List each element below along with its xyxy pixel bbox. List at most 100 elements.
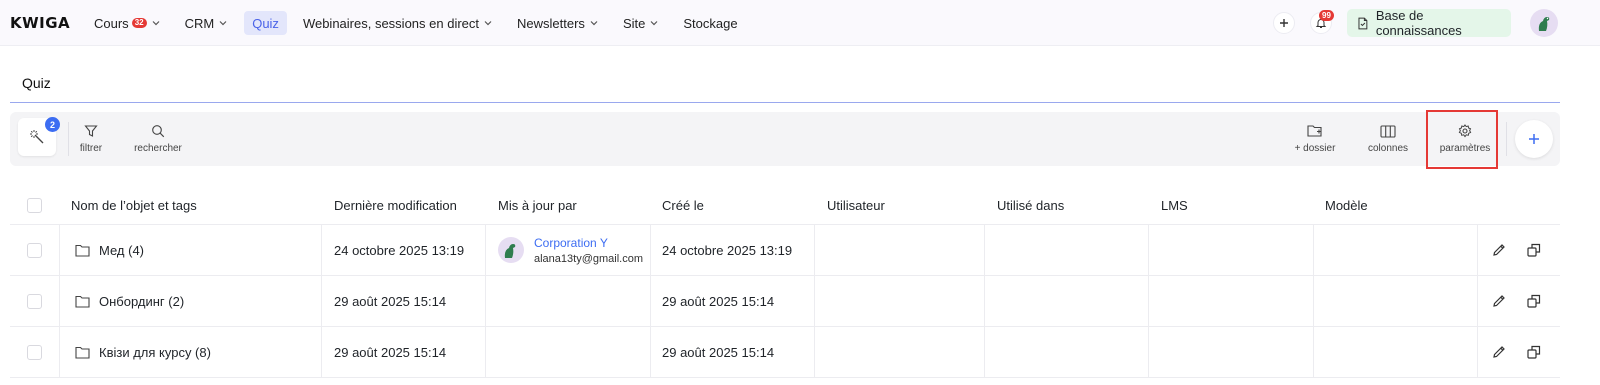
nav-item-label: Cours [94, 15, 129, 31]
copy-cell [1523, 327, 1545, 377]
created-cell: 29 août 2025 15:14 [662, 293, 775, 309]
name-cell[interactable]: Онбординг (2) [75, 276, 184, 326]
column-divider [59, 276, 60, 326]
knowledge-base-button[interactable]: Base de connaissances [1347, 8, 1511, 38]
chevron-down-icon [484, 21, 492, 26]
duplicate-button[interactable] [1523, 290, 1545, 312]
plus-icon [1529, 134, 1539, 144]
column-divider [1148, 327, 1149, 377]
nav-item-label: Webinaires, sessions en direct [302, 15, 480, 31]
nav-item-label: Quiz [252, 15, 279, 31]
nav-item-site[interactable]: Site [615, 11, 667, 35]
column-header-name[interactable]: Nom de l’objet et tags [71, 186, 197, 224]
column-header-lms[interactable]: LMS [1161, 186, 1188, 224]
row-select-cell [27, 225, 42, 275]
column-header-created[interactable]: Créé le [662, 186, 704, 224]
nav-item-label: CRM [184, 15, 215, 31]
toolbar-divider [1506, 122, 1507, 156]
document-icon [1358, 17, 1368, 29]
top-navigation-bar: KWIGA Cours 32 CRM Quiz Webinaires, sess… [0, 0, 1600, 46]
row-select-cell [27, 327, 42, 377]
table-row[interactable]: Мед (4) 24 octobre 2025 13:19 Corporatio… [10, 225, 1560, 276]
table-row[interactable]: Квізи для курсу (8) 29 août 2025 15:14 2… [10, 327, 1560, 378]
created-cell: 24 octobre 2025 13:19 [662, 242, 793, 258]
column-divider [321, 327, 322, 377]
nav-item-label: Site [622, 15, 646, 31]
name-cell[interactable]: Мед (4) [75, 225, 144, 275]
folder-name: Квізи для курсу (8) [99, 344, 211, 360]
nav-item-webinars[interactable]: Webinaires, sessions en direct [295, 11, 501, 35]
page-title: Quiz [22, 75, 51, 91]
quick-add-button[interactable] [1273, 12, 1295, 34]
user-email: alana13ty@gmail.com [534, 252, 643, 265]
column-header-modified[interactable]: Dernière modification [334, 186, 457, 224]
dinosaur-avatar-icon [1538, 17, 1550, 31]
modified-cell: 29 août 2025 15:14 [334, 293, 447, 309]
create-quiz-button[interactable] [1515, 120, 1553, 158]
add-folder-button[interactable]: + dossier [1291, 112, 1339, 166]
plus-icon [1280, 19, 1288, 27]
column-divider [59, 225, 60, 275]
column-divider [1313, 225, 1314, 275]
filter-label: filtrer [79, 143, 103, 154]
chevron-down-icon [152, 21, 160, 26]
copy-icon [1527, 345, 1541, 359]
column-divider [1313, 327, 1314, 377]
copy-icon [1527, 294, 1541, 308]
edit-button[interactable] [1488, 290, 1510, 312]
nav-item-courses[interactable]: Cours 32 [86, 11, 169, 35]
notifications-count-badge: 99 [1319, 10, 1334, 21]
copy-cell [1523, 276, 1545, 326]
magic-wand-icon [30, 130, 44, 144]
nav-item-crm[interactable]: CRM [177, 11, 237, 35]
user-avatar[interactable] [1530, 9, 1558, 37]
add-folder-label: + dossier [1294, 143, 1336, 154]
app-logo[interactable]: KWIGA [10, 14, 70, 32]
select-all-checkbox[interactable] [27, 197, 42, 213]
filter-icon [84, 125, 98, 137]
pencil-icon [1493, 346, 1505, 358]
search-button[interactable]: rechercher [130, 112, 186, 166]
dinosaur-avatar-icon [504, 244, 516, 258]
nav-item-newsletters[interactable]: Newsletters [509, 11, 607, 35]
column-divider [814, 276, 815, 326]
column-header-updated-by[interactable]: Mis à jour par [498, 186, 577, 224]
nav-item-label: Newsletters [517, 15, 585, 31]
row-checkbox[interactable] [27, 242, 42, 258]
column-header-used-in[interactable]: Utilisé dans [997, 186, 1064, 224]
name-cell[interactable]: Квізи для курсу (8) [75, 327, 211, 377]
modified-cell: 24 octobre 2025 13:19 [334, 242, 465, 258]
columns-button[interactable]: colonnes [1364, 112, 1412, 166]
pencil-icon [1493, 244, 1505, 256]
column-header-template[interactable]: Modèle [1325, 186, 1368, 224]
row-checkbox[interactable] [27, 344, 42, 360]
column-divider [1313, 276, 1314, 326]
edit-cell [1488, 327, 1510, 377]
column-divider [485, 276, 486, 326]
column-divider [1477, 225, 1478, 275]
duplicate-button[interactable] [1523, 341, 1545, 363]
edit-button[interactable] [1488, 239, 1510, 261]
toolbar: 2 filtrer rechercher + dossier colonnes … [10, 112, 1560, 166]
column-divider [650, 276, 651, 326]
column-header-user[interactable]: Utilisateur [827, 186, 885, 224]
column-divider [984, 225, 985, 275]
column-divider [1477, 327, 1478, 377]
user-name-link[interactable]: Corporation Y [534, 236, 643, 250]
filter-button[interactable]: filtrer [76, 112, 106, 166]
user-info: Corporation Y alana13ty@gmail.com [534, 236, 643, 265]
nav-item-quiz[interactable]: Quiz [244, 11, 287, 35]
edit-button[interactable] [1488, 341, 1510, 363]
row-checkbox[interactable] [27, 293, 42, 309]
nav-item-storage[interactable]: Stockage [675, 11, 745, 35]
duplicate-button[interactable] [1523, 239, 1545, 261]
table-row[interactable]: Онбординг (2) 29 août 2025 15:14 29 août… [10, 276, 1560, 327]
chevron-down-icon [219, 21, 227, 26]
folder-icon [75, 295, 90, 308]
title-underline [10, 102, 1560, 103]
nav-item-label: Stockage [683, 15, 738, 31]
select-all-cell [27, 186, 42, 224]
edit-cell [1488, 276, 1510, 326]
column-divider [59, 327, 60, 377]
copy-cell [1523, 225, 1545, 275]
